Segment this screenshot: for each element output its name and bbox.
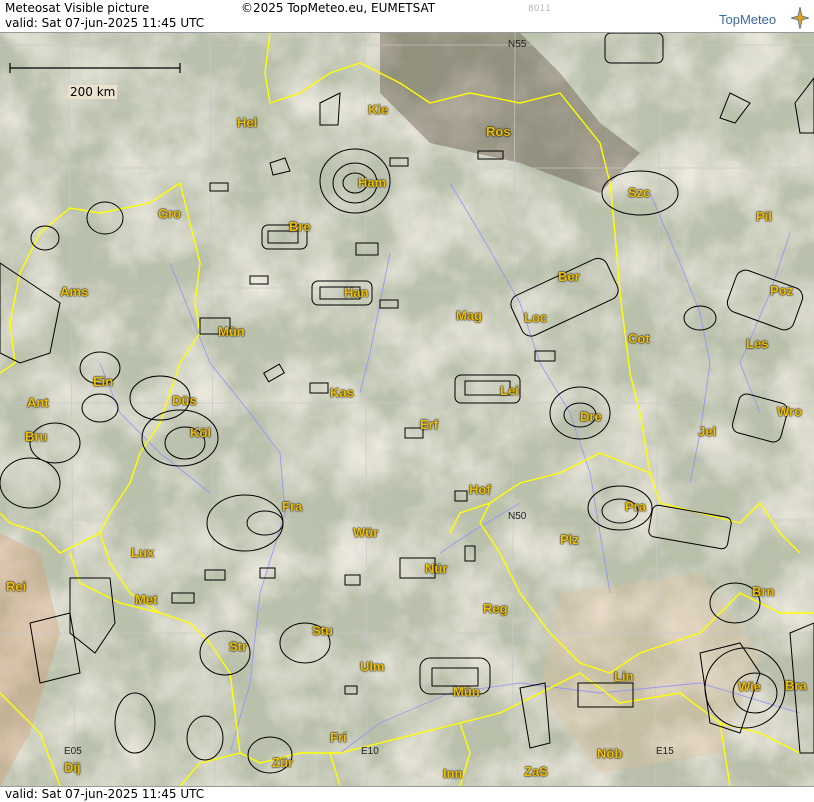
city-kol: Köl xyxy=(190,425,211,440)
city-hof: Hof xyxy=(469,482,491,497)
grid-label-n55: N55 xyxy=(508,39,527,50)
city-gro: Gro xyxy=(158,206,182,221)
grid-label-e10: E10 xyxy=(361,746,379,757)
city-brn: Brn xyxy=(752,584,775,599)
city-mun: Mün xyxy=(453,684,480,699)
city-plz: Plz xyxy=(560,532,579,547)
city-wro: Wro xyxy=(777,404,803,419)
product-code: 8011 xyxy=(528,4,551,14)
compass-star-icon xyxy=(791,7,809,29)
city-fri: Fri xyxy=(330,730,347,745)
city-str: Str xyxy=(229,639,248,654)
city-lei: Lei xyxy=(500,383,519,398)
city-pil: Pil xyxy=(756,209,772,224)
city-jel: Jel xyxy=(698,424,717,439)
city-pra: Pra xyxy=(625,499,646,514)
city-poz: Poz xyxy=(770,283,794,298)
grid-label-e15: E15 xyxy=(656,746,674,757)
satellite-viewer: Meteosat Visible picture valid: Sat 07-j… xyxy=(0,0,814,802)
city-met: Met xyxy=(135,592,158,607)
copyright: ©2025 TopMeteo.eu, EUMETSAT xyxy=(241,1,436,15)
footer-valid-time: valid: Sat 07-jun-2025 11:45 UTC xyxy=(5,787,205,801)
city-hel: Hel xyxy=(237,115,258,130)
valid-time: valid: Sat 07-jun-2025 11:45 UTC xyxy=(5,16,205,30)
footer-bar: valid: Sat 07-jun-2025 11:45 UTC xyxy=(0,786,814,802)
city-stu: Stu xyxy=(312,623,333,638)
header-bar: Meteosat Visible picture valid: Sat 07-j… xyxy=(0,0,814,33)
city-bra: Bra xyxy=(785,678,807,693)
city-nur: Nür xyxy=(425,561,448,576)
city-bru: Bru xyxy=(25,429,48,444)
city-ams: Ams xyxy=(60,284,89,299)
city-dij: Dij xyxy=(64,760,81,775)
logo-text: TopMeteo xyxy=(719,12,777,27)
city-ros: Ros xyxy=(486,124,511,139)
city-lux: Lux xyxy=(131,545,155,560)
city-mun-west: Mün xyxy=(218,324,245,339)
city-lin: Lin xyxy=(614,669,634,684)
city-han: Han xyxy=(344,285,369,300)
scale-label: 200 km xyxy=(68,85,118,99)
city-dus: Düs xyxy=(172,393,197,408)
satellite-image xyxy=(0,33,814,786)
city-mag: Mag xyxy=(456,308,482,323)
city-erf: Erf xyxy=(420,417,439,432)
city-wie: Wie xyxy=(738,679,761,694)
city-ham: Ham xyxy=(358,175,387,190)
city-rei: Rei xyxy=(6,579,27,594)
scale-bar-label-wrap: 200 km xyxy=(8,85,180,103)
city-ber: Ber xyxy=(558,269,580,284)
city-les: Les xyxy=(746,336,769,351)
city-ein: Ein xyxy=(93,374,114,389)
satellite-map[interactable]: 200 km N55 N50 E05 E10 E15 Hel Kie Ros H… xyxy=(0,33,814,786)
city-ant: Ant xyxy=(27,395,49,410)
city-dre: Dre xyxy=(580,409,602,424)
city-ulm: Ulm xyxy=(360,659,385,674)
city-kie: Kie xyxy=(368,102,389,117)
city-zur: Zür xyxy=(272,755,293,770)
city-wur: Wür xyxy=(353,525,379,540)
city-reg: Reg xyxy=(483,601,508,616)
city-nob: Nöb xyxy=(597,746,623,761)
city-cot: Cot xyxy=(628,331,650,346)
city-fra: Fra xyxy=(282,499,303,514)
topmeteo-logo[interactable]: TopMeteo xyxy=(719,7,811,29)
city-inn: Inn xyxy=(443,766,463,781)
map-title: Meteosat Visible picture xyxy=(5,1,150,15)
city-loc: Loc xyxy=(524,310,548,325)
grid-label-n50: N50 xyxy=(508,511,527,522)
city-kas: Kas xyxy=(330,385,354,400)
city-szc: Szc xyxy=(628,185,651,200)
city-bre: Bre xyxy=(289,219,311,234)
grid-label-e05: E05 xyxy=(64,746,82,757)
city-zas: ZaS xyxy=(524,764,548,779)
